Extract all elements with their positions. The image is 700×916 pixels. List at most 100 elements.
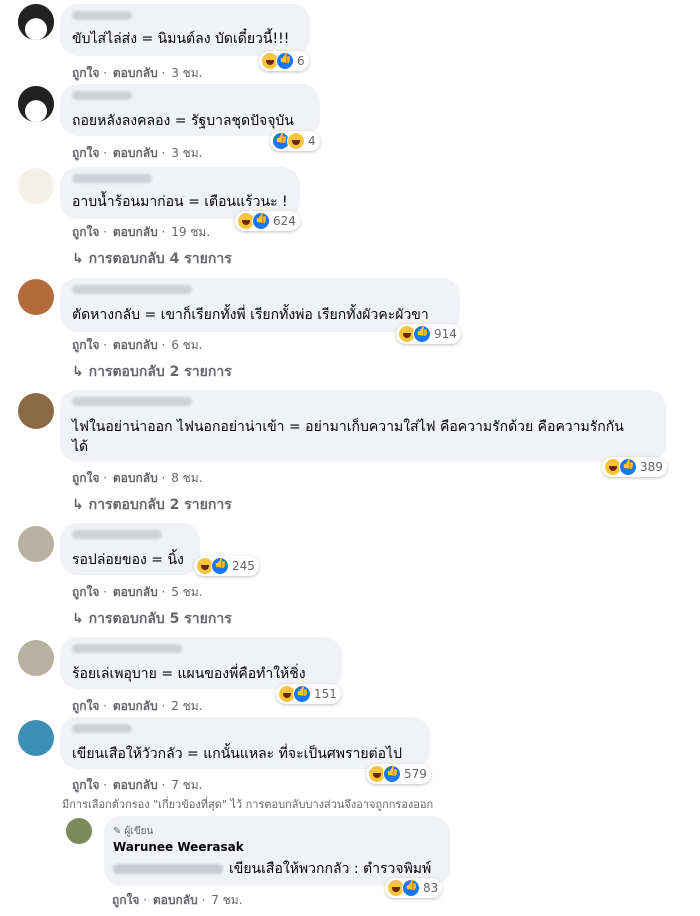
comment-text: เขียนเสือให้วัวกลัว = แกนั้นแหละ ที่จะเป… <box>72 746 402 762</box>
reply-bubble: ✎ ผู้เขียน Warunee Weerasak เขียนเสือให้… <box>104 816 450 886</box>
avatar[interactable] <box>18 279 54 315</box>
reaction-badge[interactable]: 245 <box>194 556 259 576</box>
reply-button[interactable]: ตอบกลับ <box>113 146 158 160</box>
commenter-name[interactable] <box>72 11 132 20</box>
timestamp[interactable]: 3 ชม. <box>171 66 202 80</box>
avatar[interactable] <box>18 640 54 676</box>
reply-button[interactable]: ตอบกลับ <box>153 893 198 907</box>
reply-button[interactable]: ตอบกลับ <box>113 471 158 485</box>
like-button[interactable]: ถูกใจ <box>72 225 99 239</box>
reply-button[interactable]: ตอบกลับ <box>113 585 158 599</box>
like-button[interactable]: ถูกใจ <box>112 893 139 907</box>
like-button[interactable]: ถูกใจ <box>72 699 99 713</box>
reply-arrow-icon: ↳ <box>72 497 89 513</box>
view-replies-link[interactable]: ↳ การตอบกลับ 2 รายการ <box>72 494 232 516</box>
avatar[interactable] <box>18 720 54 756</box>
view-replies-link[interactable]: ↳ การตอบกลับ 4 รายการ <box>72 248 232 270</box>
comment-text: ร้อยเล่เพอุบาย = แผนของพี่คือทำให้ชิ่ง <box>72 666 306 682</box>
like-icon <box>402 879 420 897</box>
reaction-badge[interactable]: 914 <box>396 324 461 344</box>
comment-text: ไฟในอย่าน่าออก ไฟนอกอย่าน่าเข้า = อย่ามา… <box>72 419 624 435</box>
comment-text: อาบน้ำร้อนมาก่อน = เตือนแร้วนะ ! <box>72 194 288 210</box>
comment-text: ตัดหางกลับ = เขาก็เรียกทั้งพี่ เรียกทั้ง… <box>72 307 429 323</box>
timestamp[interactable]: 3 ชม. <box>171 146 202 160</box>
reply-button[interactable]: ตอบกลับ <box>113 699 158 713</box>
comment-bubble: ไฟในอย่าน่าออก ไฟนอกอย่าน่าเข้า = อย่ามา… <box>60 390 666 462</box>
timestamp[interactable]: 2 ชม. <box>171 699 202 713</box>
comment-bubble: รอปล่อยของ = นิ้ง <box>60 523 200 575</box>
comment-bubble: ขับไส่ไล่ส่ง = นิมนต์ลง บัดเดี๋ยวนี้!!! <box>60 4 310 56</box>
comment-text: ถอยหลังลงคลอง = รัฐบาลชุดปัจจุบัน <box>72 113 294 129</box>
timestamp[interactable]: 7 ชม. <box>211 893 242 907</box>
avatar[interactable] <box>18 4 54 40</box>
avatar[interactable] <box>18 168 54 204</box>
comment-bubble: ตัดหางกลับ = เขาก็เรียกทั้งพี่ เรียกทั้ง… <box>60 278 460 332</box>
comment-bubble: ร้อยเล่เพอุบาย = แผนของพี่คือทำให้ชิ่ง <box>60 637 342 689</box>
commenter-name[interactable] <box>72 644 182 653</box>
comment-bubble: เขียนเสือให้วัวกลัว = แกนั้นแหละ ที่จะเป… <box>60 717 430 769</box>
reply-button[interactable]: ตอบกลับ <box>113 778 158 792</box>
like-icon <box>276 52 294 70</box>
timestamp[interactable]: 8 ชม. <box>171 471 202 485</box>
commenter-name[interactable] <box>72 91 132 100</box>
reply-arrow-icon: ↳ <box>72 364 89 380</box>
like-icon <box>383 765 401 783</box>
like-icon <box>619 458 637 476</box>
comment-actions: ถูกใจ · ตอบกลับ · 7 ชม. <box>72 778 203 792</box>
like-button[interactable]: ถูกใจ <box>72 66 99 80</box>
haha-icon <box>287 132 305 150</box>
like-icon <box>211 557 229 575</box>
mentioned-name[interactable] <box>113 864 223 874</box>
like-button[interactable]: ถูกใจ <box>72 585 99 599</box>
comment-text: ขับไส่ไล่ส่ง = นิมนต์ลง บัดเดี๋ยวนี้!!! <box>72 31 290 47</box>
author-badge: ✎ ผู้เขียน <box>113 826 154 837</box>
reaction-badge[interactable]: 579 <box>366 764 431 784</box>
reply-arrow-icon: ↳ <box>72 611 89 627</box>
comment-actions: ถูกใจ · ตอบกลับ · 3 ชม. <box>72 146 203 160</box>
avatar[interactable] <box>18 86 54 122</box>
avatar[interactable] <box>18 526 54 562</box>
comment-actions: ถูกใจ · ตอบกลับ · 2 ชม. <box>72 699 203 713</box>
commenter-name[interactable] <box>72 530 162 539</box>
reply-arrow-icon: ↳ <box>72 251 89 267</box>
like-button[interactable]: ถูกใจ <box>72 471 99 485</box>
view-replies-link[interactable]: ↳ การตอบกลับ 5 รายการ <box>72 608 232 630</box>
commenter-name[interactable] <box>72 724 132 733</box>
reply-button[interactable]: ตอบกลับ <box>113 66 158 80</box>
comment-actions: ถูกใจ · ตอบกลับ · 5 ชม. <box>72 585 203 599</box>
reply-text-row: เขียนเสือให้พวกกลัว : ตำรวจพิมพ์ <box>113 858 431 880</box>
author-avatar[interactable] <box>66 818 92 844</box>
filter-note: มีการเลือกตัวกรอง "เกี่ยวข้องที่สุด" ไว้… <box>62 798 434 811</box>
reaction-badge[interactable]: 389 <box>602 457 667 477</box>
reply-button[interactable]: ตอบกลับ <box>113 338 158 352</box>
like-icon <box>413 325 431 343</box>
comment-text-continued: ได้ <box>72 439 89 455</box>
commenter-name[interactable] <box>72 174 152 183</box>
comment-bubble: ถอยหลังลงคลอง = รัฐบาลชุดปัจจุบัน <box>60 84 320 136</box>
reaction-badge[interactable]: 6 <box>259 51 309 71</box>
like-icon <box>293 685 311 703</box>
comment-actions: ถูกใจ · ตอบกลับ · 8 ชม. <box>72 471 203 485</box>
like-button[interactable]: ถูกใจ <box>72 146 99 160</box>
comment-text: รอปล่อยของ = นิ้ง <box>72 552 184 568</box>
timestamp[interactable]: 7 ชม. <box>171 778 202 792</box>
like-button[interactable]: ถูกใจ <box>72 338 99 352</box>
comment-actions: ถูกใจ · ตอบกลับ · 6 ชม. <box>72 338 203 352</box>
timestamp[interactable]: 5 ชม. <box>171 585 202 599</box>
comment-actions: ถูกใจ · ตอบกลับ · 3 ชม. <box>72 66 203 80</box>
timestamp[interactable]: 19 ชม. <box>171 225 210 239</box>
commenter-name[interactable] <box>72 397 192 406</box>
reaction-badge[interactable]: 4 <box>270 131 320 151</box>
reply-button[interactable]: ตอบกลับ <box>113 225 158 239</box>
like-icon <box>252 212 270 230</box>
timestamp[interactable]: 6 ชม. <box>171 338 202 352</box>
reply-text: เขียนเสือให้พวกกลัว : ตำรวจพิมพ์ <box>229 861 432 877</box>
reply-author-name[interactable]: Warunee Weerasak <box>113 840 244 854</box>
like-button[interactable]: ถูกใจ <box>72 778 99 792</box>
reaction-badge[interactable]: 151 <box>276 684 341 704</box>
view-replies-link[interactable]: ↳ การตอบกลับ 2 รายการ <box>72 361 232 383</box>
reaction-badge[interactable]: 83 <box>385 878 443 898</box>
avatar[interactable] <box>18 393 54 429</box>
commenter-name[interactable] <box>72 285 192 294</box>
reaction-badge[interactable]: 624 <box>235 211 300 231</box>
